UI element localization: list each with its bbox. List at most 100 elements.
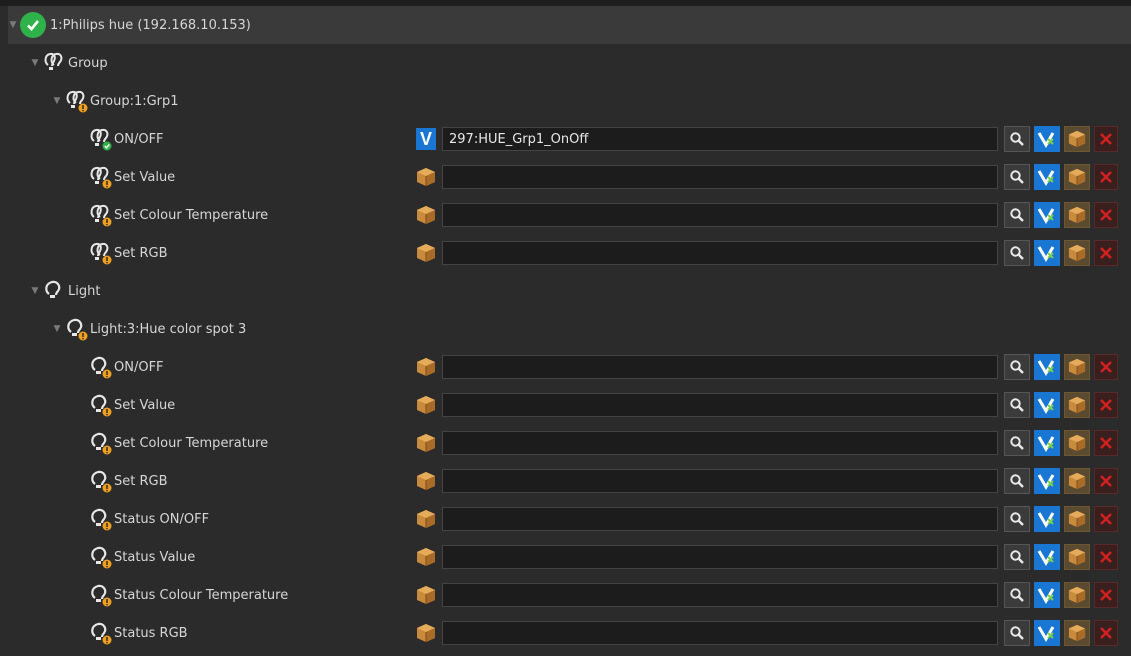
delete-button[interactable] xyxy=(1094,126,1118,152)
binding-field[interactable] xyxy=(442,469,998,493)
link-button[interactable] xyxy=(1034,506,1060,532)
link-button[interactable] xyxy=(1034,202,1060,228)
search-button[interactable] xyxy=(1004,620,1030,646)
channel-label: Status Value xyxy=(114,549,196,565)
delete-icon xyxy=(1100,171,1112,183)
box-button[interactable] xyxy=(1064,620,1090,646)
light-folder[interactable]: ▼ Light xyxy=(8,272,1131,310)
delete-button[interactable] xyxy=(1094,582,1118,608)
binding-field[interactable] xyxy=(442,583,998,607)
search-icon xyxy=(1010,170,1024,184)
link-button[interactable] xyxy=(1034,240,1060,266)
delete-icon xyxy=(1100,551,1112,563)
box-icon xyxy=(416,242,436,264)
link-button[interactable] xyxy=(1034,164,1060,190)
channel-label: Set Colour Temperature xyxy=(114,435,269,451)
box-button[interactable] xyxy=(1064,506,1090,532)
channel-row: ON/OFF V 297:HUE_Grp1_OnOff xyxy=(8,120,1131,158)
action-buttons xyxy=(1004,354,1118,380)
search-button[interactable] xyxy=(1004,202,1030,228)
channel-row: Set Colour Temperature xyxy=(8,424,1131,462)
expand-arrow-icon[interactable]: ▼ xyxy=(8,20,18,30)
link-button[interactable] xyxy=(1034,620,1060,646)
search-button[interactable] xyxy=(1004,126,1030,152)
box-button[interactable] xyxy=(1064,202,1090,228)
link-button[interactable] xyxy=(1034,544,1060,570)
delete-button[interactable] xyxy=(1094,240,1118,266)
search-icon xyxy=(1010,588,1024,602)
binding-field[interactable] xyxy=(442,621,998,645)
link-button[interactable] xyxy=(1034,126,1060,152)
channel-row: Status RGB xyxy=(8,614,1131,652)
delete-button[interactable] xyxy=(1094,506,1118,532)
bulb-icon xyxy=(88,355,112,379)
box-button[interactable] xyxy=(1064,354,1090,380)
delete-button[interactable] xyxy=(1094,430,1118,456)
box-button[interactable] xyxy=(1064,240,1090,266)
search-button[interactable] xyxy=(1004,544,1030,570)
search-button[interactable] xyxy=(1004,430,1030,456)
delete-icon xyxy=(1100,627,1112,639)
binding-field[interactable] xyxy=(442,241,998,265)
search-button[interactable] xyxy=(1004,354,1030,380)
channel-row: Set Colour Temperature xyxy=(8,196,1131,234)
bulb-group-icon xyxy=(64,89,88,113)
box-button[interactable] xyxy=(1064,392,1090,418)
link-button[interactable] xyxy=(1034,430,1060,456)
action-buttons xyxy=(1004,468,1118,494)
binding-field[interactable] xyxy=(442,545,998,569)
delete-button[interactable] xyxy=(1094,392,1118,418)
search-button[interactable] xyxy=(1004,240,1030,266)
expand-arrow-icon[interactable]: ▼ xyxy=(30,58,40,68)
binding-field[interactable] xyxy=(442,393,998,417)
box-icon xyxy=(416,166,436,188)
search-icon xyxy=(1010,132,1024,146)
box-button[interactable] xyxy=(1064,544,1090,570)
search-icon xyxy=(1010,550,1024,564)
search-button[interactable] xyxy=(1004,506,1030,532)
bulb-icon xyxy=(88,583,112,607)
binding-cell xyxy=(416,430,1118,456)
box-icon xyxy=(416,584,436,606)
box-button[interactable] xyxy=(1064,468,1090,494)
delete-button[interactable] xyxy=(1094,468,1118,494)
link-button[interactable] xyxy=(1034,468,1060,494)
delete-icon xyxy=(1100,589,1112,601)
expand-arrow-icon[interactable]: ▼ xyxy=(52,324,62,334)
group-item[interactable]: ▼ Group:1:Grp1 xyxy=(8,82,1131,120)
binding-field[interactable] xyxy=(442,431,998,455)
binding-field[interactable] xyxy=(442,507,998,531)
box-button[interactable] xyxy=(1064,582,1090,608)
root-device-row[interactable]: ▼ 1:Philips hue (192.168.10.153) xyxy=(8,6,1131,44)
box-button[interactable] xyxy=(1064,430,1090,456)
binding-field[interactable] xyxy=(442,355,998,379)
box-button[interactable] xyxy=(1064,164,1090,190)
delete-button[interactable] xyxy=(1094,544,1118,570)
search-icon xyxy=(1010,246,1024,260)
delete-icon xyxy=(1100,513,1112,525)
link-button[interactable] xyxy=(1034,354,1060,380)
link-button[interactable] xyxy=(1034,582,1060,608)
expand-arrow-icon[interactable]: ▼ xyxy=(30,286,40,296)
binding-field[interactable]: 297:HUE_Grp1_OnOff xyxy=(442,127,998,151)
link-button[interactable] xyxy=(1034,392,1060,418)
box-icon xyxy=(416,432,436,454)
device-tree: ▼ 1:Philips hue (192.168.10.153) ▼ Group ▼ Gr… xyxy=(8,6,1131,652)
box-button[interactable] xyxy=(1064,126,1090,152)
action-buttons xyxy=(1004,544,1118,570)
search-button[interactable] xyxy=(1004,392,1030,418)
link-icon xyxy=(1037,436,1055,452)
search-button[interactable] xyxy=(1004,468,1030,494)
group-folder[interactable]: ▼ Group xyxy=(8,44,1131,82)
delete-button[interactable] xyxy=(1094,164,1118,190)
delete-button[interactable] xyxy=(1094,354,1118,380)
box-icon xyxy=(416,470,436,492)
binding-field[interactable] xyxy=(442,165,998,189)
binding-field[interactable] xyxy=(442,203,998,227)
search-button[interactable] xyxy=(1004,582,1030,608)
delete-button[interactable] xyxy=(1094,620,1118,646)
light-item[interactable]: ▼ Light:3:Hue color spot 3 xyxy=(8,310,1131,348)
delete-button[interactable] xyxy=(1094,202,1118,228)
expand-arrow-icon[interactable]: ▼ xyxy=(52,96,62,106)
search-button[interactable] xyxy=(1004,164,1030,190)
